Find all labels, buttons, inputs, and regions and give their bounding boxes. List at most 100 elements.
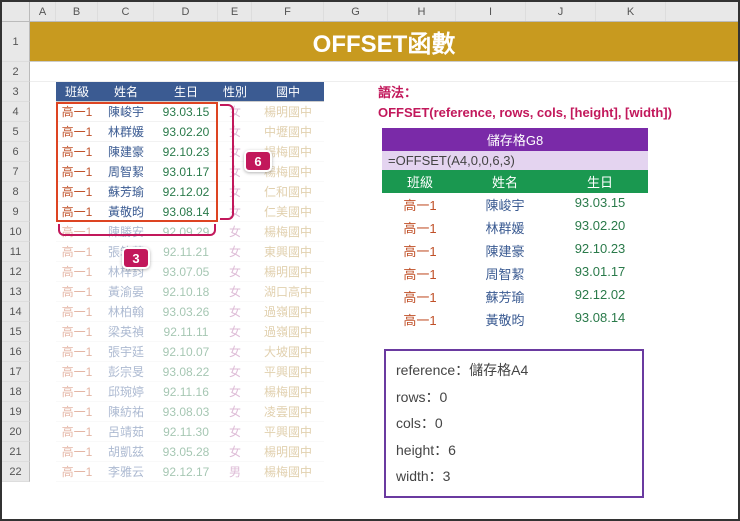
cell-class[interactable]: 高一1 (56, 442, 98, 462)
select-all-corner[interactable] (2, 2, 30, 21)
row-header-1[interactable]: 1 (2, 22, 30, 62)
row-header-2[interactable]: 2 (2, 62, 30, 82)
cell-class[interactable]: 高一1 (56, 382, 98, 402)
col-header-J[interactable]: J (526, 2, 596, 21)
cell-date[interactable]: 93.08.03 (154, 402, 218, 422)
row-header-8[interactable]: 8 (2, 182, 30, 202)
cell-name[interactable]: 李雅云 (98, 462, 154, 482)
cell-sex[interactable]: 女 (218, 182, 252, 202)
cell-sex[interactable]: 女 (218, 362, 252, 382)
cell-school[interactable]: 過嶺國中 (252, 322, 324, 342)
cell-name[interactable]: 陳紡祐 (98, 402, 154, 422)
cell-date[interactable]: 92.11.11 (154, 322, 218, 342)
col-header-E[interactable]: E (218, 2, 252, 21)
cell-date[interactable]: 93.07.05 (154, 262, 218, 282)
cell-name[interactable]: 蘇芳瑜 (98, 182, 154, 202)
cell-date[interactable]: 93.08.14 (154, 202, 218, 222)
cell-school[interactable]: 凌雲國中 (252, 402, 324, 422)
cell-school[interactable]: 仁美國中 (252, 202, 324, 222)
cell-class[interactable]: 高一1 (56, 342, 98, 362)
cell-date[interactable]: 92.10.07 (154, 342, 218, 362)
cell-sex[interactable]: 女 (218, 262, 252, 282)
cell-class[interactable]: 高一1 (56, 142, 98, 162)
cell-date[interactable]: 92.11.30 (154, 422, 218, 442)
col-header-G[interactable]: G (324, 2, 388, 21)
cell-class[interactable]: 高一1 (56, 422, 98, 442)
row-header-15[interactable]: 15 (2, 322, 30, 342)
cell-class[interactable]: 高一1 (56, 282, 98, 302)
col-header-F[interactable]: F (252, 2, 324, 21)
cell-school[interactable]: 大坡國中 (252, 342, 324, 362)
cell-school[interactable]: 仁和國中 (252, 182, 324, 202)
row-header-12[interactable]: 12 (2, 262, 30, 282)
row-header-16[interactable]: 16 (2, 342, 30, 362)
cell-name[interactable]: 邱琬婷 (98, 382, 154, 402)
cell-class[interactable]: 高一1 (56, 402, 98, 422)
row-header-14[interactable]: 14 (2, 302, 30, 322)
cell-date[interactable]: 92.12.02 (154, 182, 218, 202)
cell-date[interactable]: 93.05.28 (154, 442, 218, 462)
cell-name[interactable]: 林群媛 (98, 122, 154, 142)
cell-sex[interactable]: 男 (218, 462, 252, 482)
cell-date[interactable]: 93.03.15 (154, 102, 218, 122)
cell-name[interactable]: 彭宗旻 (98, 362, 154, 382)
cell-sex[interactable]: 女 (218, 102, 252, 122)
col-header-I[interactable]: I (456, 2, 526, 21)
col-header-B[interactable]: B (56, 2, 98, 21)
cell-name[interactable]: 林柏翰 (98, 302, 154, 322)
row-header-5[interactable]: 5 (2, 122, 30, 142)
col-header-C[interactable]: C (98, 2, 154, 21)
cell-name[interactable]: 陳勝安 (98, 222, 154, 242)
row-header-6[interactable]: 6 (2, 142, 30, 162)
cell-sex[interactable]: 女 (218, 302, 252, 322)
cell-class[interactable]: 高一1 (56, 262, 98, 282)
row-header-10[interactable]: 10 (2, 222, 30, 242)
cell-sex[interactable]: 女 (218, 402, 252, 422)
cell-sex[interactable]: 女 (218, 382, 252, 402)
row-header-22[interactable]: 22 (2, 462, 30, 482)
cell-name[interactable]: 周智絜 (98, 162, 154, 182)
cell-name[interactable]: 張宇廷 (98, 342, 154, 362)
row-header-18[interactable]: 18 (2, 382, 30, 402)
cell-school[interactable]: 平興國中 (252, 422, 324, 442)
cell-name[interactable]: 梁英禎 (98, 322, 154, 342)
cell-class[interactable]: 高一1 (56, 242, 98, 262)
row-header-13[interactable]: 13 (2, 282, 30, 302)
cell-date[interactable]: 92.11.21 (154, 242, 218, 262)
col-header-K[interactable]: K (596, 2, 666, 21)
row-header-19[interactable]: 19 (2, 402, 30, 422)
row-header-17[interactable]: 17 (2, 362, 30, 382)
cell-date[interactable]: 93.02.20 (154, 122, 218, 142)
cell-class[interactable]: 高一1 (56, 202, 98, 222)
cell-name[interactable]: 胡凱茲 (98, 442, 154, 462)
cell-date[interactable]: 92.09.29 (154, 222, 218, 242)
col-header-H[interactable]: H (388, 2, 456, 21)
cell-name[interactable]: 陳峻宇 (98, 102, 154, 122)
row-header-4[interactable]: 4 (2, 102, 30, 122)
cell-class[interactable]: 高一1 (56, 122, 98, 142)
cell-date[interactable]: 93.03.26 (154, 302, 218, 322)
cell-class[interactable]: 高一1 (56, 182, 98, 202)
cell-sex[interactable]: 女 (218, 422, 252, 442)
cell-sex[interactable]: 女 (218, 442, 252, 462)
cell-school[interactable]: 楊梅國中 (252, 382, 324, 402)
cell-school[interactable]: 楊明國中 (252, 102, 324, 122)
cell-class[interactable]: 高一1 (56, 362, 98, 382)
cell-sex[interactable]: 女 (218, 242, 252, 262)
cell-school[interactable]: 楊梅國中 (252, 462, 324, 482)
cell-sex[interactable]: 女 (218, 122, 252, 142)
row-header-21[interactable]: 21 (2, 442, 30, 462)
cell-date[interactable]: 92.12.17 (154, 462, 218, 482)
cell-name[interactable]: 黃敬昀 (98, 202, 154, 222)
cell-class[interactable]: 高一1 (56, 222, 98, 242)
cell-date[interactable]: 93.01.17 (154, 162, 218, 182)
cell-date[interactable]: 93.08.22 (154, 362, 218, 382)
row-header-3[interactable]: 3 (2, 82, 30, 102)
row-header-20[interactable]: 20 (2, 422, 30, 442)
cell-school[interactable]: 楊明國中 (252, 262, 324, 282)
cell-school[interactable]: 東興國中 (252, 242, 324, 262)
cell-date[interactable]: 92.10.18 (154, 282, 218, 302)
cell-sex[interactable]: 女 (218, 342, 252, 362)
cells-area[interactable]: OFFSET函數 班級 姓名 生日 性別 國中 高一1陳峻宇93.03.15女楊… (30, 22, 738, 482)
cell-school[interactable]: 中壢國中 (252, 122, 324, 142)
